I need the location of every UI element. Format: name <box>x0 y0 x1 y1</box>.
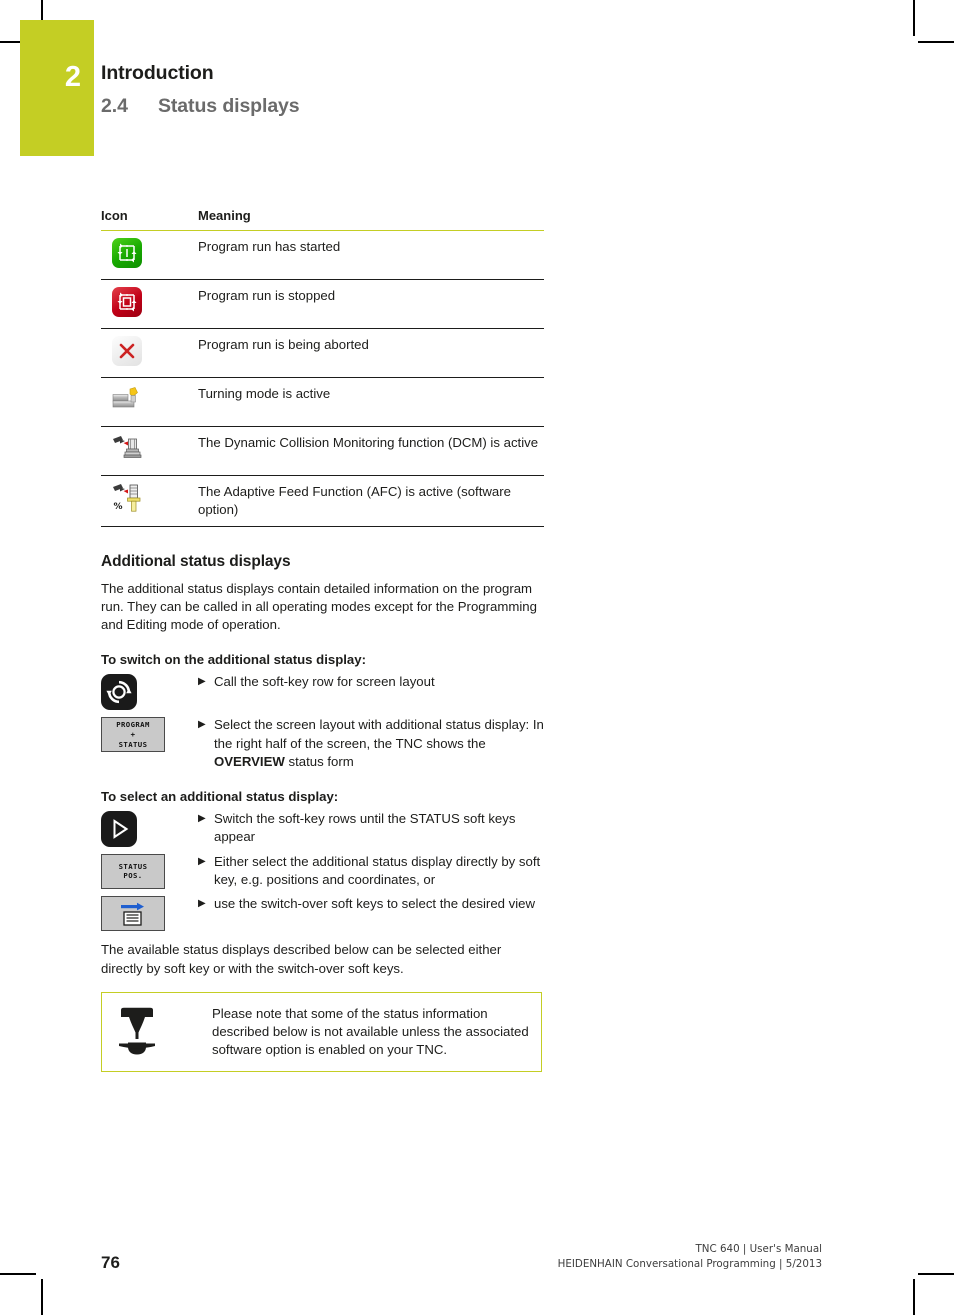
grey-rounded-square <box>112 336 142 366</box>
bullet-triangle-icon: ▶ <box>198 855 206 867</box>
footer-product-line: HEIDENHAIN Conversational Programming | … <box>557 1258 822 1271</box>
crop-mark-bottom-right-vertical <box>913 1279 915 1315</box>
bullet-triangle-icon: ▶ <box>198 676 206 688</box>
status-pos-softkey[interactable]: STATUS POS. <box>101 853 165 889</box>
instruction-text-part: Call the soft-key row for screen layout <box>214 674 435 690</box>
footer-manual-title: TNC 640 | User's Manual <box>695 1243 822 1256</box>
table-cell-meaning: The Adaptive Feed Function (AFC) is acti… <box>198 475 544 527</box>
switch-over-glyph <box>121 902 144 926</box>
table-cell-meaning: The Dynamic Collision Monitoring functio… <box>198 426 544 476</box>
instruction-row-screen-layout: ▶ Call the soft-key row for screen layou… <box>101 673 544 711</box>
select-status-heading: To select an additional status display: <box>101 788 339 804</box>
page-number: 76 <box>101 1253 120 1272</box>
softkey-label-line1: STATUS <box>118 861 148 871</box>
softkey-row-right-arrow-key-icon[interactable] <box>101 810 137 847</box>
table-row: Turning mode is active <box>101 377 544 427</box>
stop-arrows-glyph <box>117 292 137 312</box>
turning-mode-icon <box>101 385 198 419</box>
table-cell-meaning: Program run is stopped <box>198 279 544 329</box>
additional-status-heading: Additional status displays <box>101 552 291 570</box>
instruction-text-part: Either select the additional status disp… <box>214 853 541 888</box>
instruction-text-bold: OVERVIEW <box>214 753 285 769</box>
chapter-number: 2 <box>64 61 81 93</box>
table-row: % The Adaptive Feed Function (AFC) is ac… <box>101 475 544 527</box>
status-icon-table: Icon Meaning Program run has started Pro… <box>101 208 544 527</box>
adaptive-feed-control-icon: % <box>101 483 198 517</box>
chapter-tab: 2 <box>20 20 94 156</box>
bullet-triangle-icon: ▶ <box>198 898 206 910</box>
instruction-text-part: Switch the soft-key rows until the STATU… <box>214 810 516 845</box>
table-cell-meaning: Turning mode is active <box>198 377 544 427</box>
softkey-label-line2: + <box>130 729 136 739</box>
column-header-meaning: Meaning <box>198 208 251 223</box>
program-plus-status-softkey[interactable]: PROGRAM + STATUS <box>101 717 165 753</box>
table-row: Program run is stopped <box>101 279 544 329</box>
run-arrows-glyph <box>117 243 137 263</box>
table-cell-meaning: Program run has started <box>198 230 544 280</box>
instruction-text: Call the soft-key row for screen layout <box>214 673 544 691</box>
footer-meta: TNC 640 | User's Manual HEIDENHAIN Conve… <box>558 1242 822 1272</box>
table-header-row: Icon Meaning <box>101 208 544 231</box>
crop-mark-bottom-right-horizontal <box>918 1273 954 1275</box>
crop-mark-bottom-left-vertical <box>41 1279 43 1315</box>
instruction-text-part-after: status form <box>284 753 354 769</box>
section-title: Status displays <box>158 95 300 118</box>
instruction-row-status-pos: STATUS POS. ▶ Either select the addition… <box>101 853 544 889</box>
instruction-text: Either select the additional status disp… <box>214 853 544 889</box>
page-content: Icon Meaning Program run has started Pro… <box>101 208 544 1073</box>
switch-on-heading: To switch on the additional status displ… <box>101 652 366 668</box>
dcm-glyph <box>113 436 142 458</box>
machine-tool-note-icon <box>119 1007 155 1055</box>
table-cell-meaning: Program run is being aborted <box>198 328 544 378</box>
crop-mark-bottom-left-horizontal <box>0 1273 36 1275</box>
bullet-triangle-icon: ▶ <box>198 812 206 824</box>
svg-text:%: % <box>114 502 123 512</box>
additional-status-intro: The additional status displays contain d… <box>101 580 537 633</box>
switch-over-softkey[interactable] <box>101 896 165 932</box>
softkey-label-line2: POS. <box>123 871 143 881</box>
crop-mark-top-right-vertical <box>913 0 915 36</box>
table-row: Program run has started <box>101 230 544 280</box>
table-row: Program run is being aborted <box>101 328 544 378</box>
instruction-row-switch-over: ▶ use the switch-over soft keys to selec… <box>101 895 544 932</box>
note-text: Please note that some of the status info… <box>212 1005 529 1058</box>
page-header: Introduction 2.4 Status displays <box>101 62 801 118</box>
instruction-text: Select the screen layout with additional… <box>214 716 544 771</box>
note-box: Please note that some of the status info… <box>101 991 542 1073</box>
instruction-row-softkey-switch: ▶ Switch the soft-key rows until the STA… <box>101 810 544 847</box>
section-number: 2.4 <box>101 95 128 118</box>
table-row: The Dynamic Collision Monitoring functio… <box>101 426 544 476</box>
dynamic-collision-monitoring-icon <box>101 434 198 468</box>
instruction-row-program-status: PROGRAM + STATUS ▶ Select the screen lay… <box>101 716 544 771</box>
screen-layout-key-icon[interactable] <box>101 674 137 711</box>
program-run-aborted-icon <box>101 336 198 370</box>
afc-glyph: % <box>113 484 141 512</box>
bullet-triangle-icon: ▶ <box>198 719 206 731</box>
lathe-tool-glyph <box>112 387 138 408</box>
instruction-text-part: use the switch-over soft keys to select … <box>214 896 536 912</box>
red-x-glyph <box>119 343 135 359</box>
softkey-label-line1: PROGRAM <box>116 720 150 730</box>
instruction-text: Switch the soft-key rows until the STATU… <box>214 810 544 846</box>
right-triangle-glyph <box>113 819 129 839</box>
softkey-label-line3: STATUS <box>118 739 148 749</box>
closing-paragraph: The available status displays described … <box>101 942 502 976</box>
chapter-title: Introduction <box>101 62 214 84</box>
instruction-text-part: Select the screen layout with additional… <box>214 717 544 751</box>
circular-arrows-glyph <box>106 681 132 704</box>
column-header-icon: Icon <box>101 208 128 223</box>
program-run-stopped-icon <box>101 287 198 321</box>
crop-mark-top-right-horizontal <box>918 41 954 43</box>
section-heading: 2.4 Status displays <box>101 95 801 118</box>
green-rounded-square <box>112 238 142 268</box>
program-run-started-icon <box>101 238 198 272</box>
red-rounded-square <box>112 287 142 317</box>
instruction-text: use the switch-over soft keys to select … <box>214 895 544 913</box>
